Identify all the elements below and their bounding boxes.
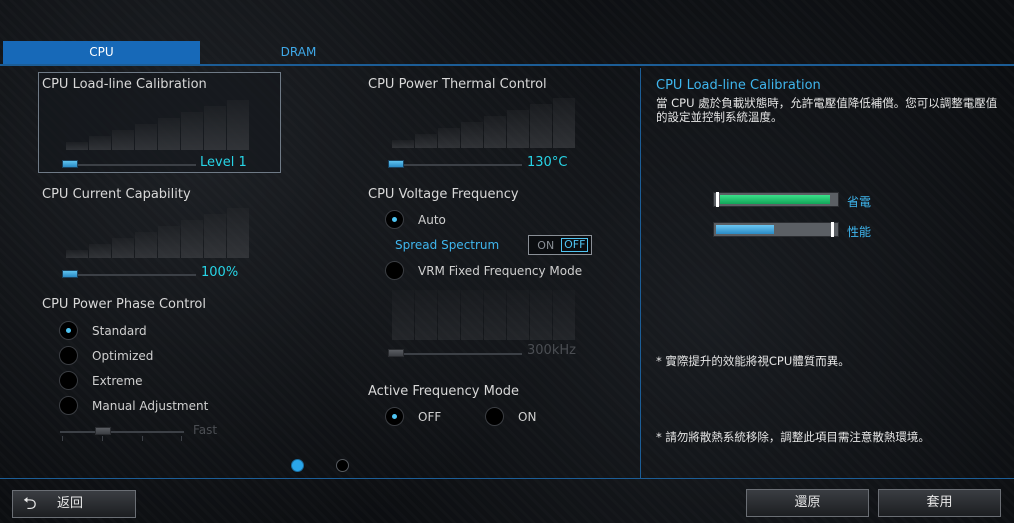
- voltage-frequency-label: CPU Voltage Frequency: [368, 187, 519, 202]
- load-line-slider-thumb[interactable]: [62, 160, 78, 168]
- phase-control-label: CPU Power Phase Control: [42, 297, 206, 312]
- help-description: 當 CPU 處於負載狀態時，允許電壓值降低補償。您可以調整電壓值的設定並控制系統…: [656, 96, 998, 124]
- phase-slider-thumb: [95, 427, 111, 435]
- active-frequency-off-label: OFF: [418, 410, 442, 424]
- thermal-slider-track[interactable]: [388, 164, 522, 166]
- performance-meter: [713, 222, 839, 237]
- back-arrow-icon: ⮌: [23, 494, 37, 514]
- phase-slider-value: Fast: [193, 423, 218, 437]
- help-title: CPU Load-line Calibration: [656, 78, 821, 93]
- footer-divider: [0, 478, 1014, 479]
- help-panel-divider: [640, 68, 641, 478]
- load-line-label: CPU Load-line Calibration: [42, 77, 207, 92]
- phase-optimized-radio[interactable]: [59, 346, 78, 365]
- back-button-label: 返回: [57, 496, 84, 511]
- spread-spectrum-toggle[interactable]: ON OFF: [528, 235, 592, 255]
- performance-meter-fill: [716, 225, 774, 234]
- current-capability-slider-track[interactable]: [62, 274, 196, 276]
- load-line-level-graphic: [66, 100, 249, 150]
- phase-slider-track: [60, 431, 184, 433]
- phase-manual-radio[interactable]: [59, 396, 78, 415]
- current-capability-value: 100%: [201, 265, 239, 280]
- phase-extreme-radio[interactable]: [59, 371, 78, 390]
- load-line-value: Level 1: [200, 155, 247, 170]
- performance-meter-cap: [831, 222, 834, 237]
- spread-spectrum-toggle-off-text: OFF: [561, 238, 588, 252]
- back-button[interactable]: ⮌ 返回: [12, 490, 136, 518]
- power-saving-label: 省電: [847, 195, 872, 209]
- current-capability-slider-thumb[interactable]: [62, 270, 78, 278]
- thermal-value: 130°C: [527, 155, 568, 170]
- page-dot-1[interactable]: [291, 459, 304, 472]
- vrm-fixed-label: VRM Fixed Frequency Mode: [418, 264, 583, 278]
- tab-underline: [0, 64, 1014, 66]
- spread-spectrum-label: Spread Spectrum: [395, 238, 500, 252]
- power-saving-meter: [713, 192, 839, 207]
- vrm-slider-track: [388, 353, 522, 355]
- help-note-1: * 實際提升的效能將視CPU體質而異。: [656, 354, 850, 368]
- vrm-fixed-radio[interactable]: [385, 261, 404, 280]
- active-frequency-off-radio[interactable]: [385, 407, 404, 426]
- performance-label: 性能: [847, 225, 872, 239]
- phase-optimized-label: Optimized: [92, 349, 154, 363]
- vrm-level-graphic: [392, 290, 575, 340]
- phase-slider-ticks: [62, 436, 182, 442]
- apply-button[interactable]: 套用: [878, 489, 1001, 517]
- tab-bar: CPU DRAM: [3, 41, 397, 64]
- voltage-auto-radio[interactable]: [385, 210, 404, 229]
- power-saving-meter-cap: [716, 192, 719, 207]
- tab-dram[interactable]: DRAM: [200, 41, 397, 64]
- phase-standard-label: Standard: [92, 324, 147, 338]
- reset-button[interactable]: 還原: [746, 489, 869, 517]
- vrm-slider-thumb: [388, 349, 404, 357]
- tab-cpu[interactable]: CPU: [3, 41, 200, 64]
- spread-spectrum-toggle-on-text: ON: [537, 238, 555, 252]
- thermal-control-label: CPU Power Thermal Control: [368, 77, 547, 92]
- active-frequency-label: Active Frequency Mode: [368, 384, 520, 399]
- active-frequency-on-label: ON: [518, 410, 537, 424]
- phase-extreme-label: Extreme: [92, 374, 143, 388]
- active-frequency-on-radio[interactable]: [485, 407, 504, 426]
- phase-standard-radio[interactable]: [59, 321, 78, 340]
- help-note-2: * 請勿將散熱系統移除，調整此項目需注意散熱環境。: [656, 430, 930, 444]
- page-dot-2[interactable]: [336, 459, 349, 472]
- vrm-value: 300kHz: [527, 343, 576, 358]
- thermal-slider-thumb[interactable]: [388, 160, 404, 168]
- phase-manual-label: Manual Adjustment: [92, 399, 209, 413]
- load-line-slider-track[interactable]: [62, 164, 196, 166]
- voltage-auto-label: Auto: [418, 213, 446, 227]
- thermal-level-graphic: [392, 98, 575, 148]
- power-saving-meter-fill: [720, 195, 830, 204]
- current-capability-level-graphic: [66, 208, 249, 258]
- current-capability-label: CPU Current Capability: [42, 187, 191, 202]
